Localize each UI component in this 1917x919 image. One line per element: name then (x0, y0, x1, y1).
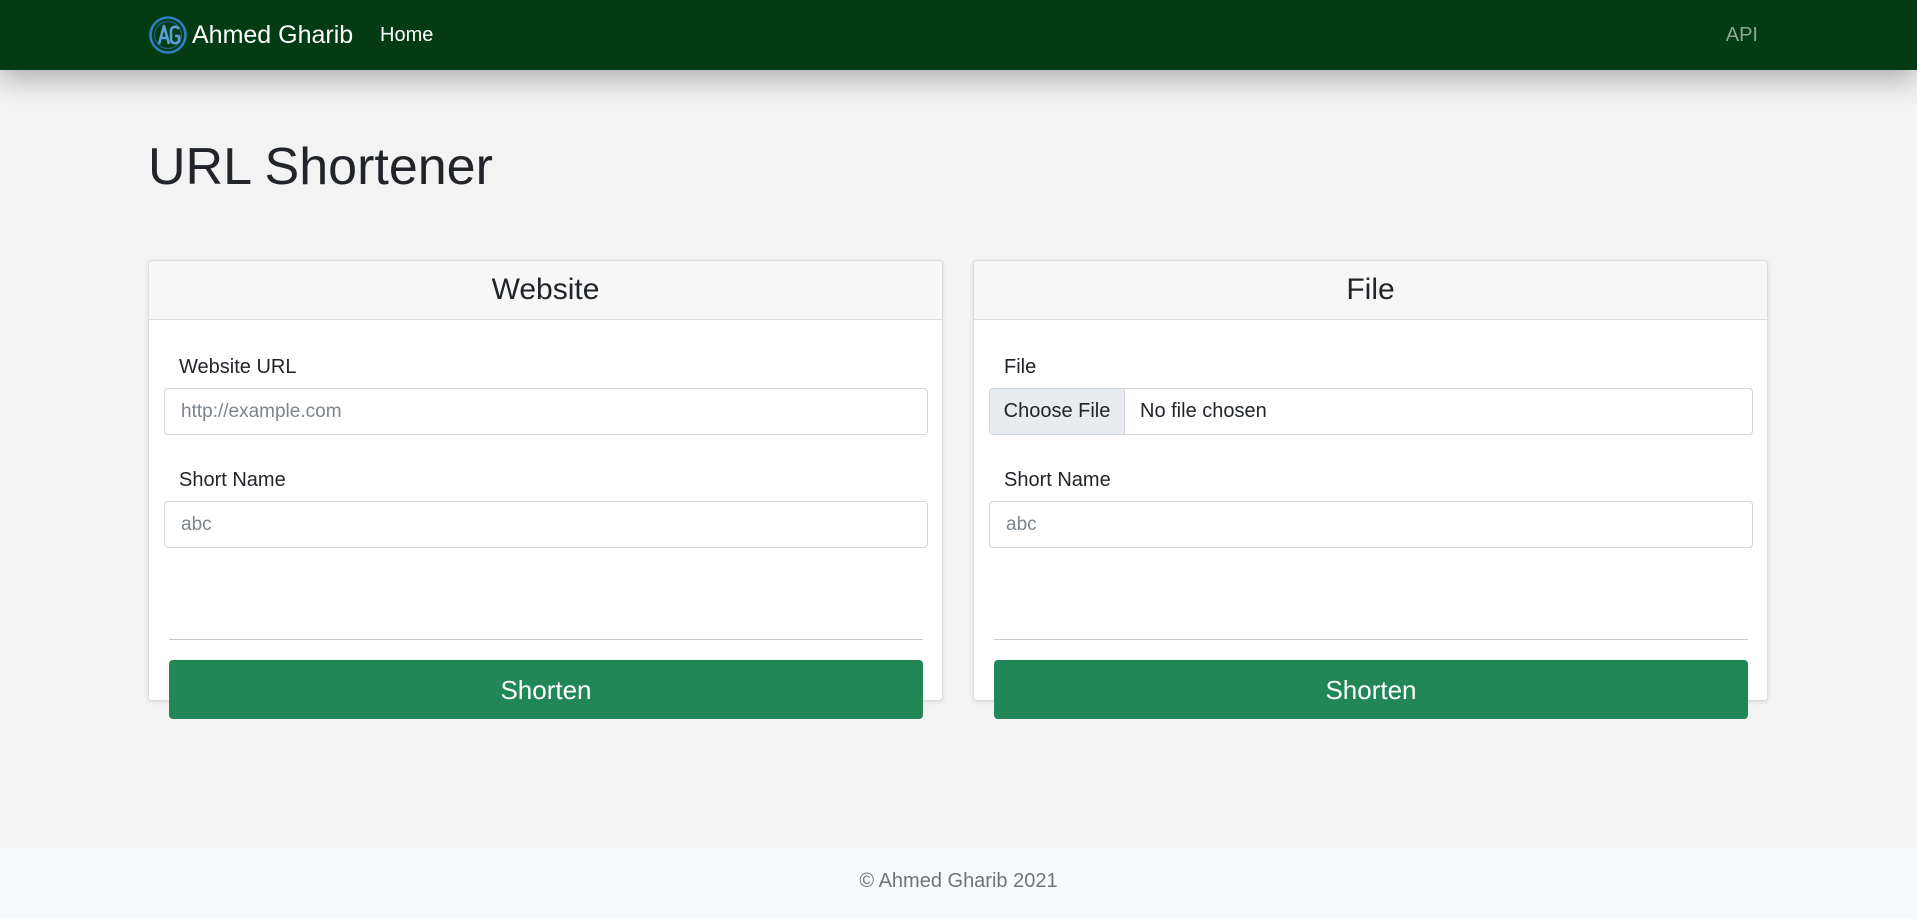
nav-link-home[interactable]: Home (380, 20, 433, 50)
file-status-text: No file chosen (1140, 400, 1267, 422)
website-card-header: Website (149, 261, 942, 320)
file-short-name-label: Short Name (1004, 469, 1111, 491)
ag-logo-icon (149, 16, 187, 54)
file-shorten-button[interactable]: Shorten (994, 660, 1748, 719)
website-short-name-label: Short Name (179, 469, 286, 491)
brand-name: Ahmed Gharib (192, 21, 354, 49)
choose-file-button[interactable]: Choose File (990, 389, 1125, 434)
website-short-name-input[interactable] (164, 501, 928, 548)
website-card: Website Website URL Short Name Shorten (148, 260, 943, 719)
nav-link-api[interactable]: API (1726, 20, 1758, 50)
page-title: URL Shortener (148, 138, 493, 196)
file-card: File File Choose File No file chosen Sho… (973, 260, 1768, 719)
navbar: Ahmed Gharib Home API (0, 0, 1917, 70)
website-url-label: Website URL (179, 356, 297, 378)
brand-link[interactable]: Ahmed Gharib (148, 15, 353, 55)
file-card-divider (994, 639, 1748, 640)
file-input[interactable]: Choose File No file chosen (989, 388, 1753, 435)
footer: © Ahmed Gharib 2021 (0, 848, 1917, 919)
website-shorten-button[interactable]: Shorten (169, 660, 923, 719)
website-url-input[interactable] (164, 388, 928, 435)
file-short-name-input[interactable] (989, 501, 1753, 548)
file-card-header: File (974, 261, 1767, 320)
website-card-divider (169, 639, 923, 640)
file-label: File (1004, 356, 1037, 378)
footer-copyright: © Ahmed Gharib 2021 (859, 870, 1058, 892)
